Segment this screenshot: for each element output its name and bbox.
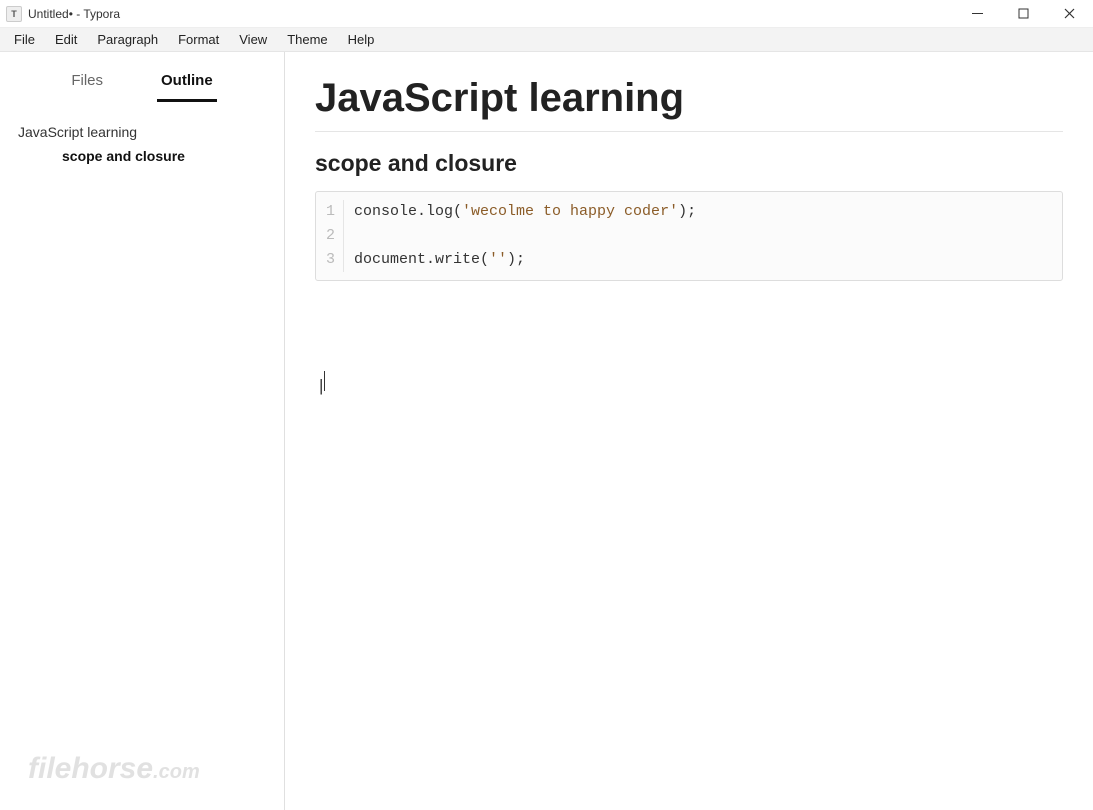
- code-token: );: [678, 203, 696, 220]
- line-number: 2: [316, 224, 344, 248]
- cursor-paragraph[interactable]: |: [315, 371, 1063, 396]
- menubar: File Edit Paragraph Format View Theme He…: [0, 28, 1093, 52]
- close-button[interactable]: [1061, 6, 1077, 22]
- tab-files[interactable]: Files: [67, 66, 107, 102]
- watermark: filehorse.com: [28, 752, 200, 786]
- tab-outline[interactable]: Outline: [157, 66, 217, 102]
- outline-list: JavaScript learning scope and closure: [0, 102, 284, 186]
- menu-view[interactable]: View: [229, 30, 277, 49]
- caret-icon: [324, 371, 325, 391]
- sidebar-tabs: Files Outline: [0, 52, 284, 102]
- code-string: 'wecolme to happy coder': [462, 203, 678, 220]
- code-string: '': [489, 251, 507, 268]
- sidebar: Files Outline JavaScript learning scope …: [0, 52, 285, 810]
- editor[interactable]: JavaScript learning scope and closure 1 …: [285, 52, 1093, 810]
- text-cursor-char: |: [319, 376, 323, 395]
- menu-paragraph[interactable]: Paragraph: [87, 30, 168, 49]
- titlebar: T Untitled• - Typora: [0, 0, 1093, 28]
- code-block[interactable]: 1 console.log('wecolme to happy coder');…: [315, 191, 1063, 281]
- window-title: Untitled• - Typora: [28, 7, 120, 21]
- menu-help[interactable]: Help: [338, 30, 385, 49]
- menu-format[interactable]: Format: [168, 30, 229, 49]
- menu-file[interactable]: File: [4, 30, 45, 49]
- line-number: 1: [316, 200, 344, 224]
- window-controls: [969, 6, 1087, 22]
- content: Files Outline JavaScript learning scope …: [0, 52, 1093, 810]
- watermark-main: filehorse: [28, 752, 153, 785]
- code-line[interactable]: 2: [316, 224, 1062, 248]
- menu-edit[interactable]: Edit: [45, 30, 87, 49]
- code-line[interactable]: 1 console.log('wecolme to happy coder');: [316, 200, 1062, 224]
- heading-1[interactable]: JavaScript learning: [315, 76, 1063, 132]
- code-token: console.log(: [354, 203, 462, 220]
- maximize-button[interactable]: [1015, 6, 1031, 22]
- minimize-button[interactable]: [969, 6, 985, 22]
- code-token: document.write(: [354, 251, 489, 268]
- app-icon: T: [6, 6, 22, 22]
- menu-theme[interactable]: Theme: [277, 30, 337, 49]
- outline-item-h1[interactable]: JavaScript learning: [8, 120, 276, 144]
- heading-2[interactable]: scope and closure: [315, 150, 1063, 177]
- code-line[interactable]: 3 document.write('');: [316, 248, 1062, 272]
- outline-item-h2[interactable]: scope and closure: [8, 144, 276, 168]
- line-number: 3: [316, 248, 344, 272]
- watermark-suffix: .com: [153, 761, 200, 783]
- code-token: );: [507, 251, 525, 268]
